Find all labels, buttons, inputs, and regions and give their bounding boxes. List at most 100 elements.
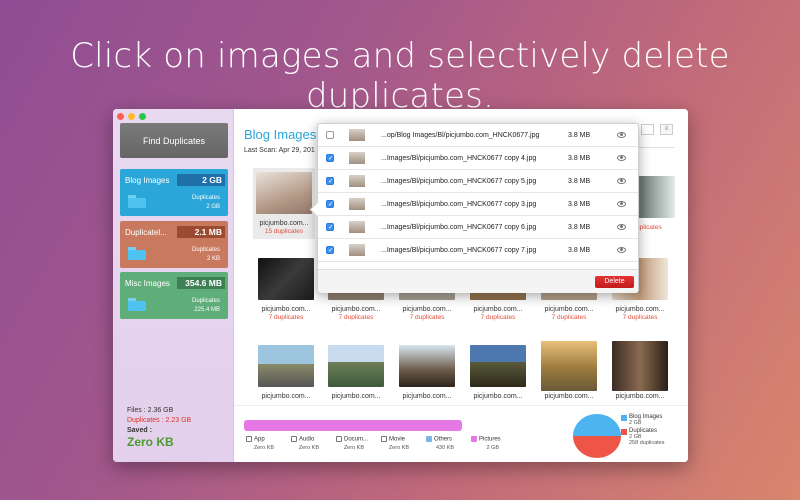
swatch-icon bbox=[621, 429, 627, 435]
storage-summary: App Zero KB Audio Zero KB Docum... Zero … bbox=[234, 405, 688, 462]
category-dup-size: 225.4 MB bbox=[194, 307, 220, 313]
file-thumbnail-icon bbox=[349, 198, 365, 210]
category-dup-size: 2 KB bbox=[206, 256, 220, 262]
thumbnail-dup-count: 7 duplicates bbox=[480, 314, 516, 321]
view-toggle-list[interactable]: ≡ bbox=[660, 124, 673, 135]
eye-icon[interactable] bbox=[617, 155, 626, 161]
duplicate-row[interactable]: ...Images/Bl/picjumbo.com_HNCK0677 copy … bbox=[318, 193, 638, 216]
legend-app[interactable]: App Zero KB bbox=[246, 436, 280, 451]
thumbnail-caption: picjumbo.com... bbox=[615, 306, 665, 313]
thumbnail-dup-count: 7 duplicates bbox=[268, 314, 304, 321]
popover-footer: Delete bbox=[318, 269, 638, 293]
view-toggle-grid[interactable] bbox=[641, 124, 654, 135]
eye-icon[interactable] bbox=[617, 247, 626, 253]
thumbnail-image bbox=[258, 258, 314, 300]
folder-icon bbox=[128, 247, 146, 260]
sidebar-item-blog-images[interactable]: Blog Images 2 GB Duplicates 2 GB bbox=[120, 169, 228, 216]
duplicate-checkbox[interactable] bbox=[326, 200, 334, 208]
thumbnail-image bbox=[612, 341, 668, 391]
page-title: Blog Images bbox=[244, 127, 317, 142]
legend-pictures[interactable]: Pictures 2 GB bbox=[471, 436, 505, 451]
sidebar-item-misc-images[interactable]: Misc Images 354.6 MB Duplicates 225.4 MB bbox=[120, 272, 228, 319]
file-thumbnail-icon bbox=[349, 129, 365, 141]
checkbox-icon[interactable] bbox=[381, 436, 387, 442]
duplicate-row[interactable]: ...op/Blog Images/Bl/picjumbo.com_HNCK06… bbox=[318, 124, 638, 147]
thumbnail-image bbox=[256, 172, 312, 214]
close-window-button[interactable] bbox=[117, 113, 124, 120]
thumbnail-caption: picjumbo.com... bbox=[259, 220, 309, 227]
legend-movie[interactable]: Movie Zero KB bbox=[381, 436, 415, 451]
minimize-window-button[interactable] bbox=[128, 113, 135, 120]
files-stat: Files : 2.36 GB bbox=[127, 407, 174, 414]
file-thumbnail-icon bbox=[349, 175, 365, 187]
thumbnail-image bbox=[541, 341, 597, 391]
thumbnail-item[interactable]: picjumbo.com... bbox=[258, 345, 314, 401]
headline: Click on images and selectively delete d… bbox=[70, 36, 730, 116]
file-type-legend: App Zero KB Audio Zero KB Docum... Zero … bbox=[246, 436, 505, 451]
thumbnail-caption: picjumbo.com... bbox=[615, 393, 665, 400]
category-size: 2.1 MB bbox=[177, 226, 225, 238]
file-path: ...Images/Bl/picjumbo.com_HNCK0677 copy … bbox=[381, 200, 537, 208]
thumbnail-item[interactable]: picjumbo.com... bbox=[541, 341, 597, 401]
thumbnail-image bbox=[328, 345, 384, 387]
duplicate-row[interactable]: ...Images/Bl/picjumbo.com_HNCK0677 copy … bbox=[318, 239, 638, 262]
duplicate-checkbox[interactable] bbox=[326, 154, 334, 162]
thumbnail-item[interactable]: picjumbo.com... bbox=[328, 345, 384, 401]
saved-value: Zero KB bbox=[127, 435, 174, 449]
category-dup-label: Duplicates bbox=[191, 247, 220, 253]
scan-stats: Files : 2.36 GB Duplicates : 2.23 GB Sav… bbox=[127, 407, 191, 452]
eye-icon[interactable] bbox=[617, 201, 626, 207]
thumbnail-caption: picjumbo.com... bbox=[473, 306, 523, 313]
swatch-icon bbox=[471, 436, 477, 442]
last-scan-label: Last Scan: Apr 29, 201 bbox=[244, 147, 315, 154]
legend-others[interactable]: Others 430 KB bbox=[426, 436, 460, 451]
thumbnail-caption: picjumbo.com... bbox=[261, 393, 311, 400]
duplicate-checkbox[interactable] bbox=[326, 131, 334, 139]
file-path: ...Images/Bl/picjumbo.com_HNCK0677 copy … bbox=[381, 223, 537, 231]
file-thumbnail-icon bbox=[349, 221, 365, 233]
thumbnail-caption: picjumbo.com... bbox=[402, 393, 452, 400]
checkbox-icon[interactable] bbox=[291, 436, 297, 442]
folder-icon bbox=[128, 195, 146, 208]
thumbnail-item[interactable]: picjumbo.com... 7 duplicates bbox=[258, 258, 314, 321]
file-path: ...Images/Bl/picjumbo.com_HNCK0677 copy … bbox=[381, 246, 537, 254]
thumbnail-dup-count: 7 duplicates bbox=[409, 314, 445, 321]
thumbnail-item[interactable]: picjumbo.com... bbox=[612, 341, 668, 401]
thumbnail-item[interactable]: picjumbo.com... 15 duplicates bbox=[253, 168, 315, 239]
eye-icon[interactable] bbox=[617, 178, 626, 184]
eye-icon[interactable] bbox=[617, 224, 626, 230]
thumbnail-image bbox=[399, 345, 455, 387]
duplicate-checkbox[interactable] bbox=[326, 223, 334, 231]
thumbnail-image bbox=[470, 345, 526, 387]
file-path: ...op/Blog Images/Bl/picjumbo.com_HNCK06… bbox=[381, 131, 540, 139]
category-name: Blog Images bbox=[125, 176, 170, 185]
thumbnail-item[interactable]: picjumbo.com... bbox=[470, 345, 526, 401]
swatch-icon bbox=[621, 415, 627, 421]
thumbnail-item[interactable]: picjumbo.com... bbox=[399, 345, 455, 401]
zoom-window-button[interactable] bbox=[139, 113, 146, 120]
duplicate-checkbox[interactable] bbox=[326, 246, 334, 254]
duplicates-pie-chart bbox=[573, 414, 621, 458]
duplicate-checkbox[interactable] bbox=[326, 177, 334, 185]
window-controls bbox=[117, 113, 146, 120]
category-dup-label: Duplicates bbox=[191, 298, 220, 304]
find-duplicates-button[interactable]: Find Duplicates bbox=[120, 123, 228, 158]
thumbnail-dup-count: 7 duplicates bbox=[338, 314, 374, 321]
file-size: 3.8 MB bbox=[568, 223, 591, 231]
duplicate-row[interactable]: ...Images/Bl/picjumbo.com_HNCK0677 copy … bbox=[318, 147, 638, 170]
thumbnail-caption: picjumbo.com... bbox=[473, 393, 523, 400]
delete-button[interactable]: Delete bbox=[595, 276, 634, 288]
legend-documents[interactable]: Docum... Zero KB bbox=[336, 436, 370, 451]
checkbox-icon[interactable] bbox=[246, 436, 252, 442]
duplicate-row[interactable]: ...Images/Bl/picjumbo.com_HNCK0677 copy … bbox=[318, 170, 638, 193]
duplicate-row[interactable]: ...Images/Bl/picjumbo.com_HNCK0677 copy … bbox=[318, 216, 638, 239]
thumbnail-image bbox=[258, 345, 314, 387]
file-path: ...Images/Bl/picjumbo.com_HNCK0677 copy … bbox=[381, 154, 537, 162]
category-size: 354.6 MB bbox=[177, 277, 225, 289]
file-size: 3.8 MB bbox=[568, 200, 591, 208]
legend-audio[interactable]: Audio Zero KB bbox=[291, 436, 325, 451]
checkbox-icon[interactable] bbox=[336, 436, 342, 442]
pie-legend-duplicates: Duplicates 2 GB 258 duplicates bbox=[621, 428, 664, 446]
eye-icon[interactable] bbox=[617, 132, 626, 138]
sidebar-item-duplicate-images[interactable]: Duplicatel... 2.1 MB Duplicates 2 KB bbox=[120, 221, 228, 268]
